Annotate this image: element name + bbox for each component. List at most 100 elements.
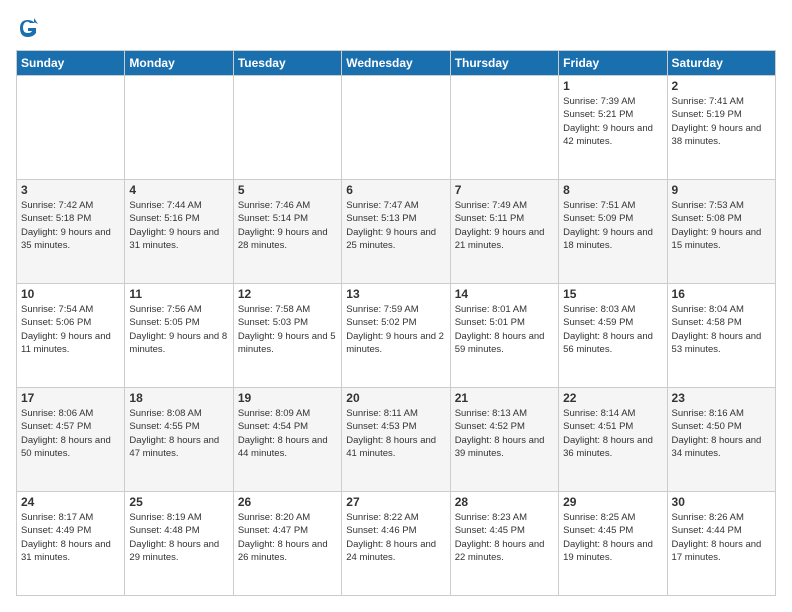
day-number: 12 xyxy=(238,287,337,301)
day-cell: 11 Sunrise: 7:56 AM Sunset: 5:05 PM Dayli… xyxy=(125,284,233,388)
col-header-friday: Friday xyxy=(559,51,667,76)
day-number: 3 xyxy=(21,183,120,197)
day-info: Sunrise: 7:46 AM Sunset: 5:14 PM Dayligh… xyxy=(238,199,337,252)
day-cell: 26 Sunrise: 8:20 AM Sunset: 4:47 PM Dayli… xyxy=(233,492,341,596)
col-header-thursday: Thursday xyxy=(450,51,558,76)
day-number: 4 xyxy=(129,183,228,197)
day-info: Sunrise: 7:54 AM Sunset: 5:06 PM Dayligh… xyxy=(21,303,120,356)
day-info: Sunrise: 8:20 AM Sunset: 4:47 PM Dayligh… xyxy=(238,511,337,564)
day-info: Sunrise: 7:49 AM Sunset: 5:11 PM Dayligh… xyxy=(455,199,554,252)
day-info: Sunrise: 8:17 AM Sunset: 4:49 PM Dayligh… xyxy=(21,511,120,564)
day-number: 11 xyxy=(129,287,228,301)
day-cell: 15Sunrise: 8:03 AM Sunset: 4:59 PM Dayli… xyxy=(559,284,667,388)
day-number: 24 xyxy=(21,495,120,509)
col-header-saturday: Saturday xyxy=(667,51,775,76)
day-number: 9 xyxy=(672,183,771,197)
day-cell xyxy=(17,76,125,180)
day-cell: 8 Sunrise: 7:51 AM Sunset: 5:09 PM Daylig… xyxy=(559,180,667,284)
day-number: 27 xyxy=(346,495,445,509)
day-number: 19 xyxy=(238,391,337,405)
week-row-2: 3 Sunrise: 7:42 AM Sunset: 5:18 PM Daylig… xyxy=(17,180,776,284)
day-number: 5 xyxy=(238,183,337,197)
day-cell: 22 Sunrise: 8:14 AM Sunset: 4:51 PM Dayli… xyxy=(559,388,667,492)
day-info: Sunrise: 8:01 AM Sunset: 5:01 PM Dayligh… xyxy=(455,303,554,356)
day-number: 29 xyxy=(563,495,662,509)
day-info: Sunrise: 7:58 AM Sunset: 5:03 PM Dayligh… xyxy=(238,303,337,356)
col-header-sunday: Sunday xyxy=(17,51,125,76)
day-cell: 4 Sunrise: 7:44 AM Sunset: 5:16 PM Daylig… xyxy=(125,180,233,284)
week-row-5: 24 Sunrise: 8:17 AM Sunset: 4:49 PM Dayli… xyxy=(17,492,776,596)
day-cell: 13 Sunrise: 7:59 AM Sunset: 5:02 PM Dayli… xyxy=(342,284,450,388)
logo-icon xyxy=(16,16,40,40)
day-number: 8 xyxy=(563,183,662,197)
day-number: 7 xyxy=(455,183,554,197)
col-header-wednesday: Wednesday xyxy=(342,51,450,76)
day-number: 18 xyxy=(129,391,228,405)
day-cell: 30 Sunrise: 8:26 AM Sunset: 4:44 PM Dayli… xyxy=(667,492,775,596)
day-cell: 24 Sunrise: 8:17 AM Sunset: 4:49 PM Dayli… xyxy=(17,492,125,596)
day-number: 14 xyxy=(455,287,554,301)
day-number: 13 xyxy=(346,287,445,301)
day-number: 23 xyxy=(672,391,771,405)
day-number: 10 xyxy=(21,287,120,301)
day-info: Sunrise: 8:23 AM Sunset: 4:45 PM Dayligh… xyxy=(455,511,554,564)
day-cell: 6Sunrise: 7:47 AM Sunset: 5:13 PM Daylig… xyxy=(342,180,450,284)
day-cell xyxy=(125,76,233,180)
day-info: Sunrise: 7:44 AM Sunset: 5:16 PM Dayligh… xyxy=(129,199,228,252)
day-info: Sunrise: 7:59 AM Sunset: 5:02 PM Dayligh… xyxy=(346,303,445,356)
day-cell xyxy=(450,76,558,180)
day-info: Sunrise: 8:14 AM Sunset: 4:51 PM Dayligh… xyxy=(563,407,662,460)
day-number: 22 xyxy=(563,391,662,405)
day-number: 2 xyxy=(672,79,771,93)
col-header-tuesday: Tuesday xyxy=(233,51,341,76)
day-cell: 17Sunrise: 8:06 AM Sunset: 4:57 PM Dayli… xyxy=(17,388,125,492)
day-info: Sunrise: 8:25 AM Sunset: 4:45 PM Dayligh… xyxy=(563,511,662,564)
day-cell: 12 Sunrise: 7:58 AM Sunset: 5:03 PM Dayli… xyxy=(233,284,341,388)
day-number: 21 xyxy=(455,391,554,405)
day-info: Sunrise: 7:51 AM Sunset: 5:09 PM Dayligh… xyxy=(563,199,662,252)
day-cell: 20Sunrise: 8:11 AM Sunset: 4:53 PM Dayli… xyxy=(342,388,450,492)
day-number: 6 xyxy=(346,183,445,197)
day-number: 16 xyxy=(672,287,771,301)
day-cell: 29 Sunrise: 8:25 AM Sunset: 4:45 PM Dayli… xyxy=(559,492,667,596)
day-cell: 23Sunrise: 8:16 AM Sunset: 4:50 PM Dayli… xyxy=(667,388,775,492)
calendar-table: SundayMondayTuesdayWednesdayThursdayFrid… xyxy=(16,50,776,596)
header-row: SundayMondayTuesdayWednesdayThursdayFrid… xyxy=(17,51,776,76)
day-cell xyxy=(233,76,341,180)
calendar-body: 1 Sunrise: 7:39 AM Sunset: 5:21 PM Daylig… xyxy=(17,76,776,596)
day-cell: 18 Sunrise: 8:08 AM Sunset: 4:55 PM Dayli… xyxy=(125,388,233,492)
day-info: Sunrise: 7:42 AM Sunset: 5:18 PM Dayligh… xyxy=(21,199,120,252)
day-number: 25 xyxy=(129,495,228,509)
day-info: Sunrise: 7:39 AM Sunset: 5:21 PM Dayligh… xyxy=(563,95,662,148)
day-cell: 27Sunrise: 8:22 AM Sunset: 4:46 PM Dayli… xyxy=(342,492,450,596)
day-cell: 10 Sunrise: 7:54 AM Sunset: 5:06 PM Dayli… xyxy=(17,284,125,388)
day-cell: 16 Sunrise: 8:04 AM Sunset: 4:58 PM Dayli… xyxy=(667,284,775,388)
day-cell: 5 Sunrise: 7:46 AM Sunset: 5:14 PM Daylig… xyxy=(233,180,341,284)
page: SundayMondayTuesdayWednesdayThursdayFrid… xyxy=(0,0,792,612)
day-number: 30 xyxy=(672,495,771,509)
day-cell: 2 Sunrise: 7:41 AM Sunset: 5:19 PM Daylig… xyxy=(667,76,775,180)
day-cell xyxy=(342,76,450,180)
day-cell: 7 Sunrise: 7:49 AM Sunset: 5:11 PM Daylig… xyxy=(450,180,558,284)
day-cell: 28Sunrise: 8:23 AM Sunset: 4:45 PM Dayli… xyxy=(450,492,558,596)
day-cell: 19 Sunrise: 8:09 AM Sunset: 4:54 PM Dayli… xyxy=(233,388,341,492)
header xyxy=(16,16,776,40)
week-row-4: 17Sunrise: 8:06 AM Sunset: 4:57 PM Dayli… xyxy=(17,388,776,492)
day-info: Sunrise: 8:09 AM Sunset: 4:54 PM Dayligh… xyxy=(238,407,337,460)
day-number: 17 xyxy=(21,391,120,405)
day-info: Sunrise: 8:04 AM Sunset: 4:58 PM Dayligh… xyxy=(672,303,771,356)
day-info: Sunrise: 8:19 AM Sunset: 4:48 PM Dayligh… xyxy=(129,511,228,564)
day-info: Sunrise: 8:26 AM Sunset: 4:44 PM Dayligh… xyxy=(672,511,771,564)
day-number: 1 xyxy=(563,79,662,93)
day-number: 26 xyxy=(238,495,337,509)
day-info: Sunrise: 8:08 AM Sunset: 4:55 PM Dayligh… xyxy=(129,407,228,460)
day-info: Sunrise: 8:11 AM Sunset: 4:53 PM Dayligh… xyxy=(346,407,445,460)
week-row-3: 10 Sunrise: 7:54 AM Sunset: 5:06 PM Dayli… xyxy=(17,284,776,388)
day-info: Sunrise: 7:56 AM Sunset: 5:05 PM Dayligh… xyxy=(129,303,228,356)
day-cell: 25 Sunrise: 8:19 AM Sunset: 4:48 PM Dayli… xyxy=(125,492,233,596)
calendar-header: SundayMondayTuesdayWednesdayThursdayFrid… xyxy=(17,51,776,76)
day-cell: 9Sunrise: 7:53 AM Sunset: 5:08 PM Daylig… xyxy=(667,180,775,284)
day-info: Sunrise: 7:41 AM Sunset: 5:19 PM Dayligh… xyxy=(672,95,771,148)
day-info: Sunrise: 8:03 AM Sunset: 4:59 PM Dayligh… xyxy=(563,303,662,356)
logo xyxy=(16,16,44,40)
